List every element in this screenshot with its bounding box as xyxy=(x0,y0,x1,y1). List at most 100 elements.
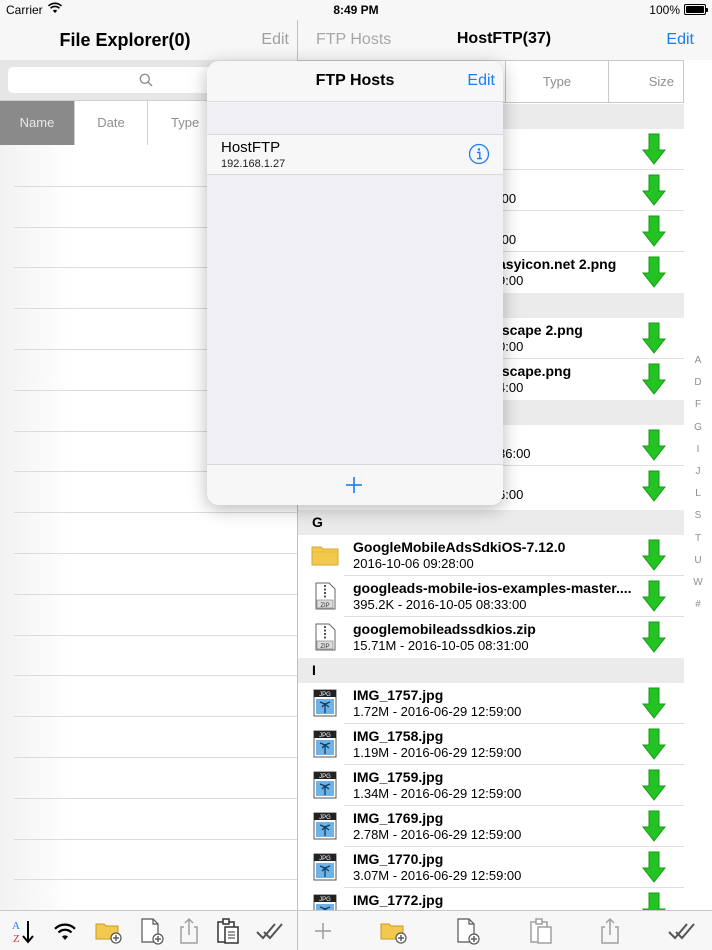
folder-icon xyxy=(311,546,339,566)
download-icon[interactable] xyxy=(642,580,666,612)
new-folder-icon[interactable] xyxy=(93,916,123,946)
download-icon[interactable] xyxy=(642,539,666,571)
empty-row-separator xyxy=(14,553,297,554)
new-folder-icon[interactable] xyxy=(378,916,408,946)
file-meta: 15.71M - 2016-10-05 08:31:00 xyxy=(353,638,529,653)
file-meta: 2.78M - 2016-06-29 12:59:00 xyxy=(353,827,522,842)
jpg-file-icon: JPG xyxy=(313,730,337,758)
download-icon[interactable] xyxy=(642,363,666,395)
file-name: IMG_1772.jpg xyxy=(353,892,444,908)
left-nav-bar: File Explorer(0) Edit xyxy=(0,20,297,60)
download-icon[interactable] xyxy=(642,769,666,801)
download-icon[interactable] xyxy=(642,215,666,247)
section-header-g: G xyxy=(298,510,684,535)
svg-text:JPG: JPG xyxy=(319,856,331,862)
svg-text:JPG: JPG xyxy=(319,774,331,780)
file-meta: 1.19M - 2016-06-29 12:59:00 xyxy=(353,745,522,760)
jpg-file-icon: JPG xyxy=(313,853,337,881)
list-item[interactable]: JPG IMG_1769.jpg 2.78M - 2016-06-29 12:59:… xyxy=(298,806,684,847)
info-icon[interactable] xyxy=(468,143,490,165)
empty-row-separator xyxy=(14,757,297,758)
clock: 8:49 PM xyxy=(333,3,379,17)
popover-edit-button[interactable]: Edit xyxy=(467,72,495,90)
index-letter[interactable]: G xyxy=(684,417,712,439)
download-icon[interactable] xyxy=(642,892,666,910)
download-icon[interactable] xyxy=(642,133,666,165)
download-icon[interactable] xyxy=(642,728,666,760)
download-icon[interactable] xyxy=(642,810,666,842)
file-name: IMG_1769.jpg xyxy=(353,810,444,826)
index-letter[interactable]: S xyxy=(684,505,712,527)
section-index-bar[interactable]: A D F G I J L S T U W # xyxy=(684,350,712,616)
list-item[interactable]: JPG IMG_1770.jpg 3.07M - 2016-06-29 12:59:… xyxy=(298,847,684,888)
sort-az-icon[interactable]: A Z xyxy=(8,916,38,946)
select-all-icon[interactable] xyxy=(666,916,696,946)
right-nav-bar: FTP Hosts HostFTP(37) Edit xyxy=(298,20,712,60)
new-file-icon[interactable] xyxy=(452,916,482,946)
empty-row-separator xyxy=(14,512,297,514)
list-item[interactable]: JPG IMG_1758.jpg 1.19M - 2016-06-29 12:59:… xyxy=(298,724,684,765)
paste-icon[interactable] xyxy=(526,916,556,946)
svg-text:ZIP: ZIP xyxy=(320,603,329,609)
empty-row-separator xyxy=(14,634,297,636)
svg-text:JPG: JPG xyxy=(319,733,331,739)
left-edit-button[interactable]: Edit xyxy=(261,31,289,49)
jpg-file-icon: JPG xyxy=(313,894,337,910)
sort-tab-size[interactable]: Size xyxy=(608,61,684,102)
index-letter[interactable]: J xyxy=(684,461,712,483)
svg-text:JPG: JPG xyxy=(319,815,331,821)
sort-tab-date[interactable]: Date xyxy=(75,101,148,145)
ftp-hosts-popover: FTP Hosts Edit HostFTP 192.168.1.27 xyxy=(207,61,503,505)
jpg-file-icon: JPG xyxy=(313,689,337,717)
left-toolbar: A Z xyxy=(0,910,297,950)
download-icon[interactable] xyxy=(642,322,666,354)
download-icon[interactable] xyxy=(642,470,666,502)
index-letter[interactable]: W xyxy=(684,572,712,594)
add-host-icon[interactable] xyxy=(344,475,364,495)
index-letter[interactable]: L xyxy=(684,483,712,505)
svg-text:ZIP: ZIP xyxy=(320,644,329,650)
paste-icon[interactable] xyxy=(213,916,243,946)
index-letter[interactable]: D xyxy=(684,372,712,394)
host-ip: 192.168.1.27 xyxy=(221,158,286,170)
download-icon[interactable] xyxy=(642,621,666,653)
file-name: GoogleMobileAdsSdkiOS-7.12.0 xyxy=(353,539,566,555)
empty-row-separator xyxy=(14,838,297,840)
index-letter[interactable]: F xyxy=(684,394,712,416)
list-item[interactable]: ZIP googlemobileadssdkios.zip 15.71M - 2… xyxy=(298,617,684,658)
index-letter[interactable]: U xyxy=(684,550,712,572)
list-item[interactable]: JPG IMG_1757.jpg 1.72M - 2016-06-29 12:59:… xyxy=(298,683,684,724)
new-file-icon[interactable] xyxy=(136,916,166,946)
download-icon[interactable] xyxy=(642,851,666,883)
status-bar: Carrier 8:49 PM 100% xyxy=(0,0,712,20)
left-title: File Explorer(0) xyxy=(59,30,191,50)
file-name: googlemobileadssdkios.zip xyxy=(353,621,536,637)
download-icon[interactable] xyxy=(642,174,666,206)
file-meta: 3.07M - 2016-06-29 12:59:00 xyxy=(353,868,522,883)
right-edit-button[interactable]: Edit xyxy=(666,31,694,49)
sort-tab-type[interactable]: Type xyxy=(505,61,608,102)
select-all-icon[interactable] xyxy=(254,916,284,946)
jpg-file-icon: JPG xyxy=(313,771,337,799)
index-letter[interactable]: T xyxy=(684,528,712,550)
index-letter[interactable]: A xyxy=(684,350,712,372)
sort-tab-name[interactable]: Name xyxy=(0,101,75,145)
list-item[interactable]: GoogleMobileAdsSdkiOS-7.12.0 2016-10-06 … xyxy=(298,535,684,576)
download-icon[interactable] xyxy=(642,256,666,288)
right-toolbar xyxy=(298,910,712,950)
download-icon[interactable] xyxy=(642,429,666,461)
popover-title: FTP Hosts xyxy=(315,72,395,89)
download-icon[interactable] xyxy=(642,687,666,719)
wifi-share-icon[interactable] xyxy=(50,916,80,946)
share-icon[interactable] xyxy=(174,916,204,946)
list-item[interactable]: JPG IMG_1759.jpg 1.34M - 2016-06-29 12:59:… xyxy=(298,765,684,806)
list-item[interactable]: JPG IMG_1772.jpg xyxy=(298,888,684,910)
list-item[interactable]: ZIP googleads-mobile-ios-examples-master… xyxy=(298,576,684,617)
add-icon[interactable] xyxy=(308,916,338,946)
zip-file-icon: ZIP xyxy=(315,623,336,651)
host-row[interactable]: HostFTP 192.168.1.27 xyxy=(207,134,503,175)
index-letter[interactable]: I xyxy=(684,439,712,461)
share-icon[interactable] xyxy=(595,916,625,946)
empty-row-separator xyxy=(14,675,297,677)
index-letter[interactable]: # xyxy=(684,594,712,616)
